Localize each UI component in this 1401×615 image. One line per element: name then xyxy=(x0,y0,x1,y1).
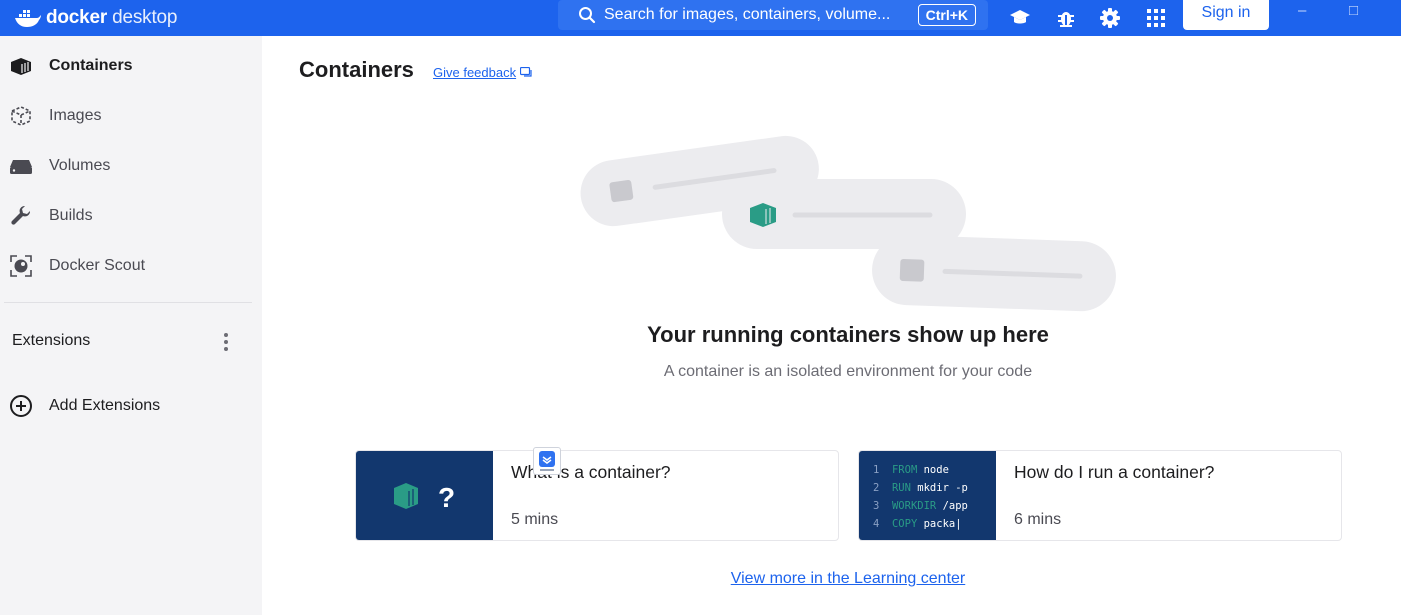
wrench-icon xyxy=(8,203,34,229)
settings-button[interactable] xyxy=(1099,7,1121,29)
kebab-dot xyxy=(224,340,228,344)
page-title: Containers xyxy=(299,57,414,82)
add-extensions-label: Add Extensions xyxy=(49,397,161,414)
sidebar-item-label: Volumes xyxy=(49,157,111,174)
container-icon xyxy=(8,53,34,79)
add-extensions-button[interactable]: Add Extensions xyxy=(0,384,262,428)
learn-icon xyxy=(1010,10,1030,24)
card-thumbnail: 1 FROM node 2 RUN mkdir -p 3 WORKDIR /ap… xyxy=(859,451,996,540)
maximize-window-button[interactable]: □ xyxy=(1349,2,1358,19)
give-feedback-link[interactable]: Give feedback xyxy=(433,65,533,80)
svg-text:?: ? xyxy=(438,482,455,513)
empty-state-illustration xyxy=(580,135,1116,312)
empty-state-subtitle: A container is an isolated environment f… xyxy=(663,363,1033,380)
sidebar-divider xyxy=(4,302,252,303)
learning-card-what-is-container[interactable]: ? What is a container? 5 mins xyxy=(355,450,839,541)
sidebar-item-label: Builds xyxy=(49,207,93,224)
sidebar-item-volumes[interactable]: Volumes xyxy=(0,144,262,188)
sidebar-item-label: Containers xyxy=(49,57,133,74)
sidebar: Containers Images Volumes Builds Docker … xyxy=(0,36,262,615)
dockerfile-snippet: 1 FROM node 2 RUN mkdir -p 3 WORKDIR /ap… xyxy=(873,464,968,530)
kebab-dot xyxy=(224,347,228,351)
sidebar-item-label: Images xyxy=(49,107,102,124)
give-feedback-label: Give feedback xyxy=(433,65,517,80)
sign-in-button[interactable]: Sign in xyxy=(1183,0,1269,30)
bug-icon xyxy=(1058,12,1074,27)
volume-icon xyxy=(8,153,34,179)
docker-whale-icon xyxy=(15,10,41,27)
container-question-icon: ? xyxy=(394,482,455,513)
learn-button[interactable] xyxy=(1009,7,1031,29)
title-bar: docker desktop Search for images, contai… xyxy=(0,0,1401,36)
search-placeholder: Search for images, containers, volume... xyxy=(604,6,891,23)
troubleshoot-button[interactable] xyxy=(1055,7,1077,29)
logo-word-docker: docker xyxy=(46,7,108,28)
image-cube-icon xyxy=(8,103,34,129)
card-duration: 5 mins xyxy=(511,511,559,528)
gear-icon xyxy=(1100,8,1120,28)
feedback-chat-icon xyxy=(520,66,532,77)
extensions-more-menu-button[interactable] xyxy=(216,330,236,354)
empty-state-title: Your running containers show up here xyxy=(647,322,1049,347)
search-icon xyxy=(579,7,596,24)
scout-icon xyxy=(8,253,34,279)
extensions-grid-button[interactable] xyxy=(1145,7,1167,29)
apps-grid-icon xyxy=(1147,9,1165,27)
sidebar-item-docker-scout[interactable]: Docker Scout xyxy=(0,244,262,288)
search-shortcut-badge: Ctrl+K xyxy=(917,4,976,26)
kebab-dot xyxy=(224,333,228,337)
floating-app-icon[interactable] xyxy=(533,447,561,475)
docker-desktop-logo: docker desktop xyxy=(14,0,177,36)
sidebar-item-label: Docker Scout xyxy=(49,257,146,274)
sidebar-item-builds[interactable]: Builds xyxy=(0,194,262,238)
sidebar-item-containers[interactable]: Containers xyxy=(0,44,262,88)
app-shortcut-icon xyxy=(539,451,555,471)
card-title: How do I run a container? xyxy=(1014,462,1215,482)
sidebar-item-images[interactable]: Images xyxy=(0,94,262,138)
logo-word-desktop: desktop xyxy=(112,7,178,28)
card-duration: 6 mins xyxy=(1014,511,1062,528)
learning-center-link[interactable]: View more in the Learning center xyxy=(560,570,1136,588)
extensions-header: Extensions xyxy=(12,332,91,349)
global-search-bar[interactable]: Search for images, containers, volume...… xyxy=(558,0,988,30)
learning-card-how-run-container[interactable]: 1 FROM node 2 RUN mkdir -p 3 WORKDIR /ap… xyxy=(858,450,1342,541)
card-thumbnail: ? xyxy=(356,451,493,540)
add-circle-icon xyxy=(8,393,34,419)
minimize-window-button[interactable]: – xyxy=(1298,2,1306,19)
